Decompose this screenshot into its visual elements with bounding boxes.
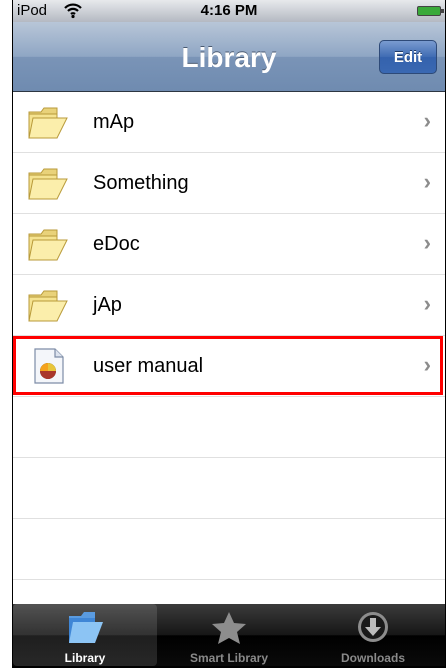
empty-row <box>13 458 445 519</box>
folder-icon <box>65 610 105 646</box>
folder-icon <box>27 287 71 323</box>
list-item-label: mAp <box>93 111 135 133</box>
list-item-label: eDoc <box>93 233 140 255</box>
download-icon <box>353 610 393 646</box>
tab-label: Library <box>64 651 106 665</box>
empty-row <box>13 397 445 458</box>
list-item-user-manual[interactable]: user manual › <box>13 336 445 397</box>
edit-button[interactable]: Edit <box>379 40 437 74</box>
navigation-bar: Library Edit <box>13 22 445 92</box>
tab-library[interactable]: Library <box>13 604 157 666</box>
tab-label: Downloads <box>340 651 405 665</box>
star-icon <box>209 610 249 646</box>
chevron-right-icon: › <box>423 108 431 133</box>
device-screen: iPod 4:16 PM Library Edit mAp › Somethin… <box>12 0 446 668</box>
list-item-map[interactable]: mAp › <box>13 92 445 153</box>
list-item-jap[interactable]: jAp › <box>13 275 445 336</box>
library-list: mAp › Something › eDoc › jAp › user manu… <box>13 92 445 641</box>
chevron-right-icon: › <box>423 230 431 255</box>
tab-bar: Library Smart Library Downloads <box>13 604 445 666</box>
list-item-edoc[interactable]: eDoc › <box>13 214 445 275</box>
highlight-box <box>13 336 443 395</box>
folder-icon <box>27 165 71 201</box>
tab-downloads[interactable]: Downloads <box>301 604 445 666</box>
status-bar: iPod 4:16 PM <box>13 0 445 22</box>
empty-row <box>13 519 445 580</box>
folder-icon <box>27 226 71 262</box>
chevron-right-icon: › <box>423 169 431 194</box>
list-item-label: user manual <box>93 355 204 377</box>
document-icon <box>27 348 71 384</box>
folder-icon <box>27 104 71 140</box>
list-item-something[interactable]: Something › <box>13 153 445 214</box>
chevron-right-icon: › <box>423 352 431 377</box>
list-item-label: Something <box>93 172 189 194</box>
clock-label: 4:16 PM <box>200 2 258 19</box>
chevron-right-icon: › <box>423 291 431 316</box>
battery-icon <box>417 6 444 16</box>
tab-label: Smart Library <box>189 651 269 665</box>
tab-smart-library[interactable]: Smart Library <box>157 604 301 666</box>
list-item-label: jAp <box>93 294 122 316</box>
